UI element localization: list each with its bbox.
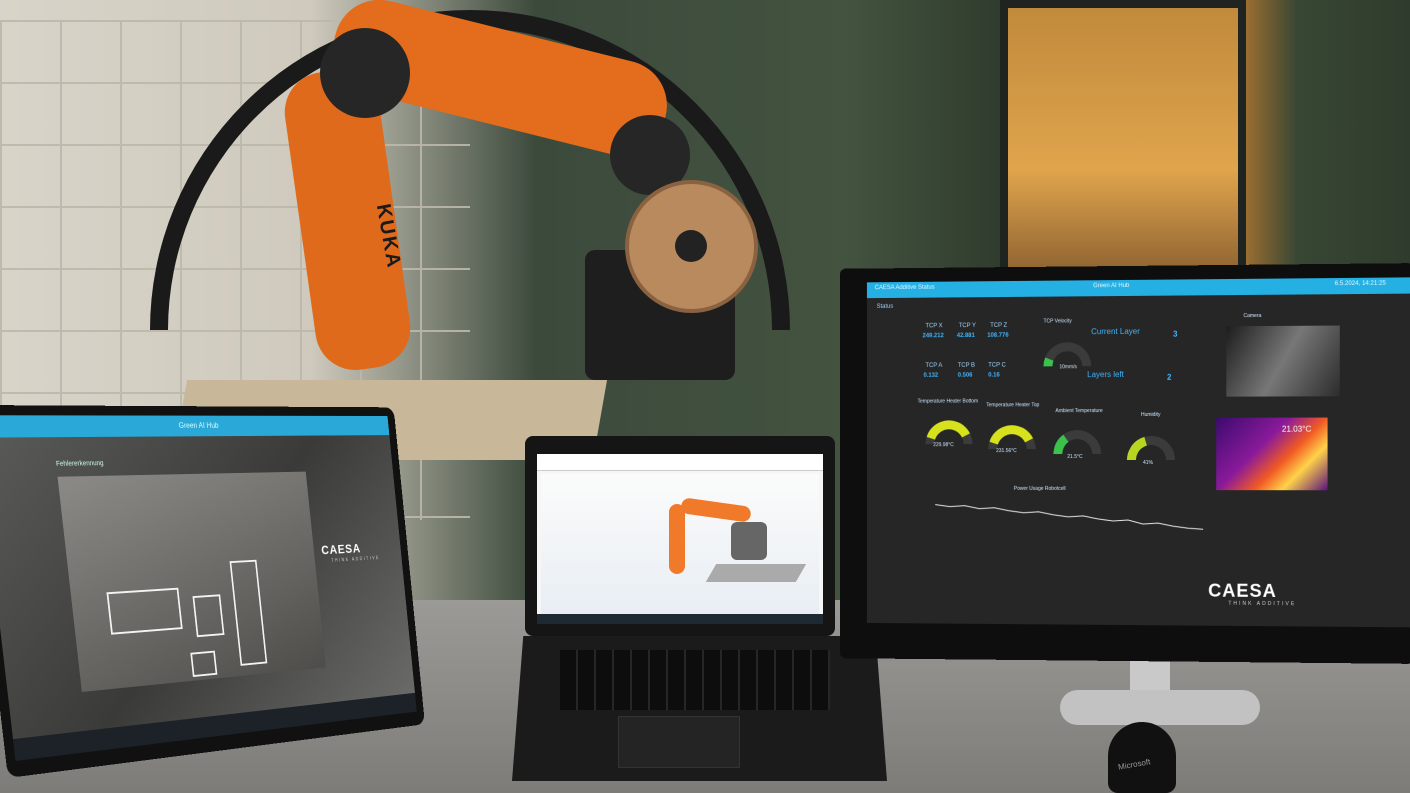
tcp-label: TCP X — [925, 323, 943, 330]
layers-left-label: Layers left — [1087, 369, 1124, 380]
ambient-temperature-gauge — [1053, 430, 1102, 455]
sim-robot-arm — [680, 497, 752, 523]
tcp-label: TCP Z — [990, 322, 1008, 329]
gauge-label: Temperature Heater Bottom — [917, 398, 979, 405]
detection-box — [229, 559, 268, 666]
detection-box — [192, 594, 225, 638]
gauge-label: Ambient Temperature — [1055, 408, 1103, 415]
heater-bottom-gauge — [925, 420, 973, 445]
datetime: 6.5.2024, 14:21:25 — [1334, 280, 1386, 288]
gauge-value: 229.98°C — [933, 442, 954, 449]
robot-joint — [320, 28, 410, 118]
velocity-label: TCP Velocity — [1043, 318, 1072, 325]
gauge-label: Temperature Heater Top — [986, 402, 1040, 409]
humidity-gauge — [1126, 435, 1176, 460]
monitor: CAESA Additive Status Green AI Hub 6.5.2… — [839, 263, 1410, 664]
tcp-label: TCP Y — [958, 323, 976, 330]
gauge-value: 231.56°C — [996, 448, 1017, 455]
caesa-logo: CAESA — [1208, 580, 1277, 602]
tcp-value: 0.16 — [988, 372, 1000, 379]
thermal-reading: 21.03°C — [1281, 424, 1312, 434]
gauge-value: 21.5°C — [1067, 454, 1083, 461]
sim-robot-base — [731, 522, 767, 560]
caesa-logo: CAESA — [320, 540, 362, 558]
laptop-taskbar[interactable] — [537, 614, 823, 624]
layers-left-value: 2 — [1166, 372, 1172, 382]
app-title: CAESA Additive Status — [874, 284, 935, 292]
tcp-value: 249.212 — [922, 333, 944, 340]
tcp-value: 108.776 — [987, 332, 1009, 339]
tcp-value: 0.132 — [923, 372, 939, 379]
current-layer-label: Current Layer — [1091, 326, 1140, 337]
gauge-label: Humidity — [1140, 411, 1161, 418]
tcp-label: TCP A — [925, 362, 943, 369]
caesa-logo-sub: THINK ADDITIVE — [1228, 600, 1297, 608]
velocity-gauge — [1043, 342, 1092, 367]
laptop-touchpad[interactable] — [618, 716, 740, 768]
sim-rail — [705, 564, 807, 582]
laptop-keyboard[interactable] — [560, 650, 830, 710]
velocity-value: 10mm/s — [1059, 364, 1077, 371]
tcp-value: 0.506 — [957, 372, 973, 379]
tcp-label: TCP C — [988, 362, 1006, 369]
cad-ribbon-toolbar[interactable] — [537, 454, 823, 471]
tablet-screen: Fehlererkennung CAESA THINK ADDITIVE — [0, 435, 415, 740]
spool-hub — [675, 230, 707, 262]
status-label: Status — [876, 303, 894, 310]
power-usage-line — [935, 505, 1203, 530]
camera-feed — [1226, 325, 1340, 397]
tablet-device: Green AI Hub Fehlererkennung CAESA THINK… — [0, 404, 425, 778]
robot-simulation-viewport[interactable] — [541, 474, 819, 614]
power-usage-chart — [935, 495, 1203, 566]
detection-box — [106, 587, 183, 635]
detection-view — [57, 471, 326, 692]
laptop-screen — [537, 454, 823, 614]
laptop-lid — [525, 436, 835, 636]
caesa-logo-sub: THINK ADDITIVE — [331, 555, 381, 564]
monitor-stand-foot — [1060, 690, 1260, 725]
center-title: Green AI Hub — [1093, 282, 1130, 290]
tablet-title-bar: Green AI Hub — [0, 415, 390, 438]
status-dashboard: CAESA Additive Status Green AI Hub 6.5.2… — [866, 277, 1410, 628]
heater-top-gauge — [988, 425, 1036, 450]
sim-robot-forearm — [669, 504, 685, 574]
camera-label: Camera — [1243, 312, 1262, 320]
panel-caption: Fehlererkennung — [55, 460, 104, 468]
tcp-label: TCP B — [957, 362, 976, 369]
dashboard-title-bar: CAESA Additive Status Green AI Hub 6.5.2… — [866, 277, 1410, 299]
gauge-value: 41% — [1142, 459, 1153, 467]
glass-door — [1000, 0, 1246, 286]
current-layer-value: 3 — [1173, 329, 1178, 339]
chart-title: Power Usage Robotcell — [1013, 485, 1066, 492]
tcp-value: 42.881 — [956, 332, 975, 340]
detection-box — [190, 650, 218, 678]
